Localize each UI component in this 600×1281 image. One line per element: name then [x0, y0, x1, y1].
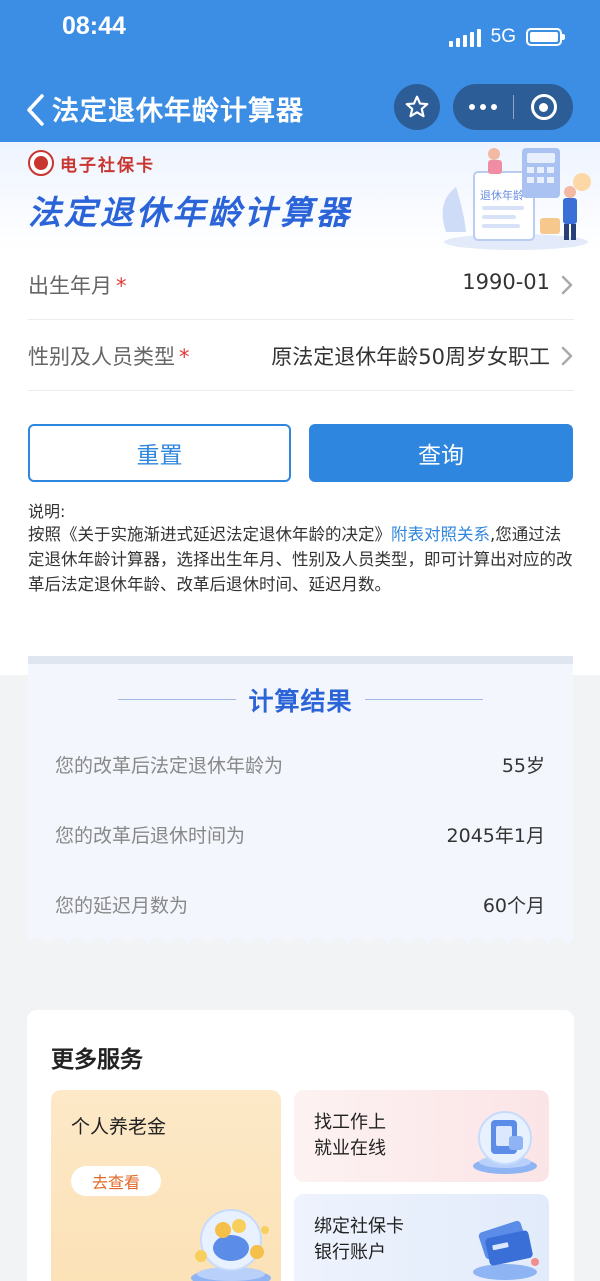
nav-bar: 法定退休年龄计算器 [0, 80, 600, 142]
result-value: 55岁 [501, 755, 545, 777]
status-time: 08:44 [62, 12, 126, 40]
network-type: 5G [490, 26, 516, 47]
back-icon[interactable] [22, 90, 52, 130]
banner-title: 法定退休年龄计算器 [28, 193, 352, 232]
note-title: 说明: [28, 502, 66, 521]
service-bind-bank-account[interactable]: 绑定社保卡 银行账户 [294, 1194, 549, 1281]
service-title: 找工作上 就业在线 [314, 1112, 386, 1159]
policy-link[interactable]: 附表对照关系 [391, 525, 490, 544]
reset-button[interactable]: 重置 [28, 424, 291, 482]
result-header: 计算结果 [28, 682, 573, 718]
gender-type-label: 性别及人员类型 * [28, 345, 190, 369]
gender-type-row[interactable]: 性别及人员类型 * 原法定退休年龄50周岁女职工 [28, 319, 574, 391]
service-title: 绑定社保卡 银行账户 [314, 1216, 404, 1263]
result-row-age: 您的改革后法定退休年龄为 55岁 [55, 751, 545, 781]
result-row-months: 您的延迟月数为 60个月 [55, 891, 545, 921]
result-card-scallop [28, 938, 573, 948]
more-services-card: 更多服务 个人养老金 去查看 找工作上 就业在线 绑定社保卡 银行账户 [27, 1010, 574, 1281]
social-security-logo-icon [28, 150, 54, 176]
more-services-title: 更多服务 [51, 1047, 143, 1073]
note-text: 按照《关于实施渐进式延迟法定退休年龄的决定》附表对照关系,您通过法定退休年龄计算… [28, 525, 573, 594]
result-card-edge [28, 656, 573, 664]
banner: 电子社保卡 法定退休年龄计算器 退休年龄 [0, 142, 600, 252]
chevron-right-icon [561, 346, 573, 366]
result-value: 60个月 [482, 895, 545, 917]
close-target-icon[interactable] [514, 84, 573, 130]
status-indicators: 5G [448, 26, 565, 48]
birth-date-row[interactable]: 出生年月 * 1990-01 [28, 248, 574, 320]
chevron-right-icon [561, 275, 573, 295]
status-bar: 08:44 5G [0, 0, 600, 80]
result-label: 您的改革后法定退休年龄为 [55, 755, 284, 777]
job-device-icon [473, 1111, 537, 1174]
gender-type-value: 原法定退休年龄50周岁女职工 [271, 345, 550, 369]
piggy-bank-icon [191, 1209, 271, 1281]
view-pension-button[interactable]: 去查看 [71, 1166, 161, 1196]
signal-icon [448, 27, 481, 47]
star-icon [405, 95, 429, 118]
result-value: 2045年1月 [446, 825, 545, 847]
brand-logo: 电子社保卡 [28, 150, 155, 176]
favorite-button[interactable] [394, 84, 440, 130]
more-icon[interactable] [453, 84, 513, 130]
calculator-card: 电子社保卡 法定退休年龄计算器 退休年龄 出生年月 * 1990-01 性别及人… [0, 142, 600, 675]
bank-card-icon [473, 1220, 539, 1280]
birth-date-label: 出生年月 * [28, 274, 127, 298]
result-title: 计算结果 [248, 687, 353, 716]
retirement-illustration-icon: 退休年龄 [442, 148, 591, 250]
result-label: 您的改革后退休时间为 [55, 825, 246, 847]
query-button[interactable]: 查询 [309, 424, 573, 482]
illustration-label: 退休年龄 [480, 188, 524, 202]
service-job-online[interactable]: 找工作上 就业在线 [294, 1090, 549, 1182]
battery-icon [526, 28, 565, 46]
service-title: 个人养老金 [71, 1116, 167, 1138]
result-label: 您的延迟月数为 [55, 895, 189, 917]
brand-name: 电子社保卡 [60, 155, 155, 176]
result-card: 计算结果 您的改革后法定退休年龄为 55岁 您的改革后退休时间为 2045年1月… [28, 656, 573, 948]
birth-date-value: 1990-01 [462, 270, 550, 294]
result-row-time: 您的改革后退休时间为 2045年1月 [55, 821, 545, 851]
service-personal-pension[interactable]: 个人养老金 去查看 [51, 1090, 281, 1281]
page-title: 法定退休年龄计算器 [52, 96, 304, 127]
miniprogram-capsule [453, 84, 573, 130]
